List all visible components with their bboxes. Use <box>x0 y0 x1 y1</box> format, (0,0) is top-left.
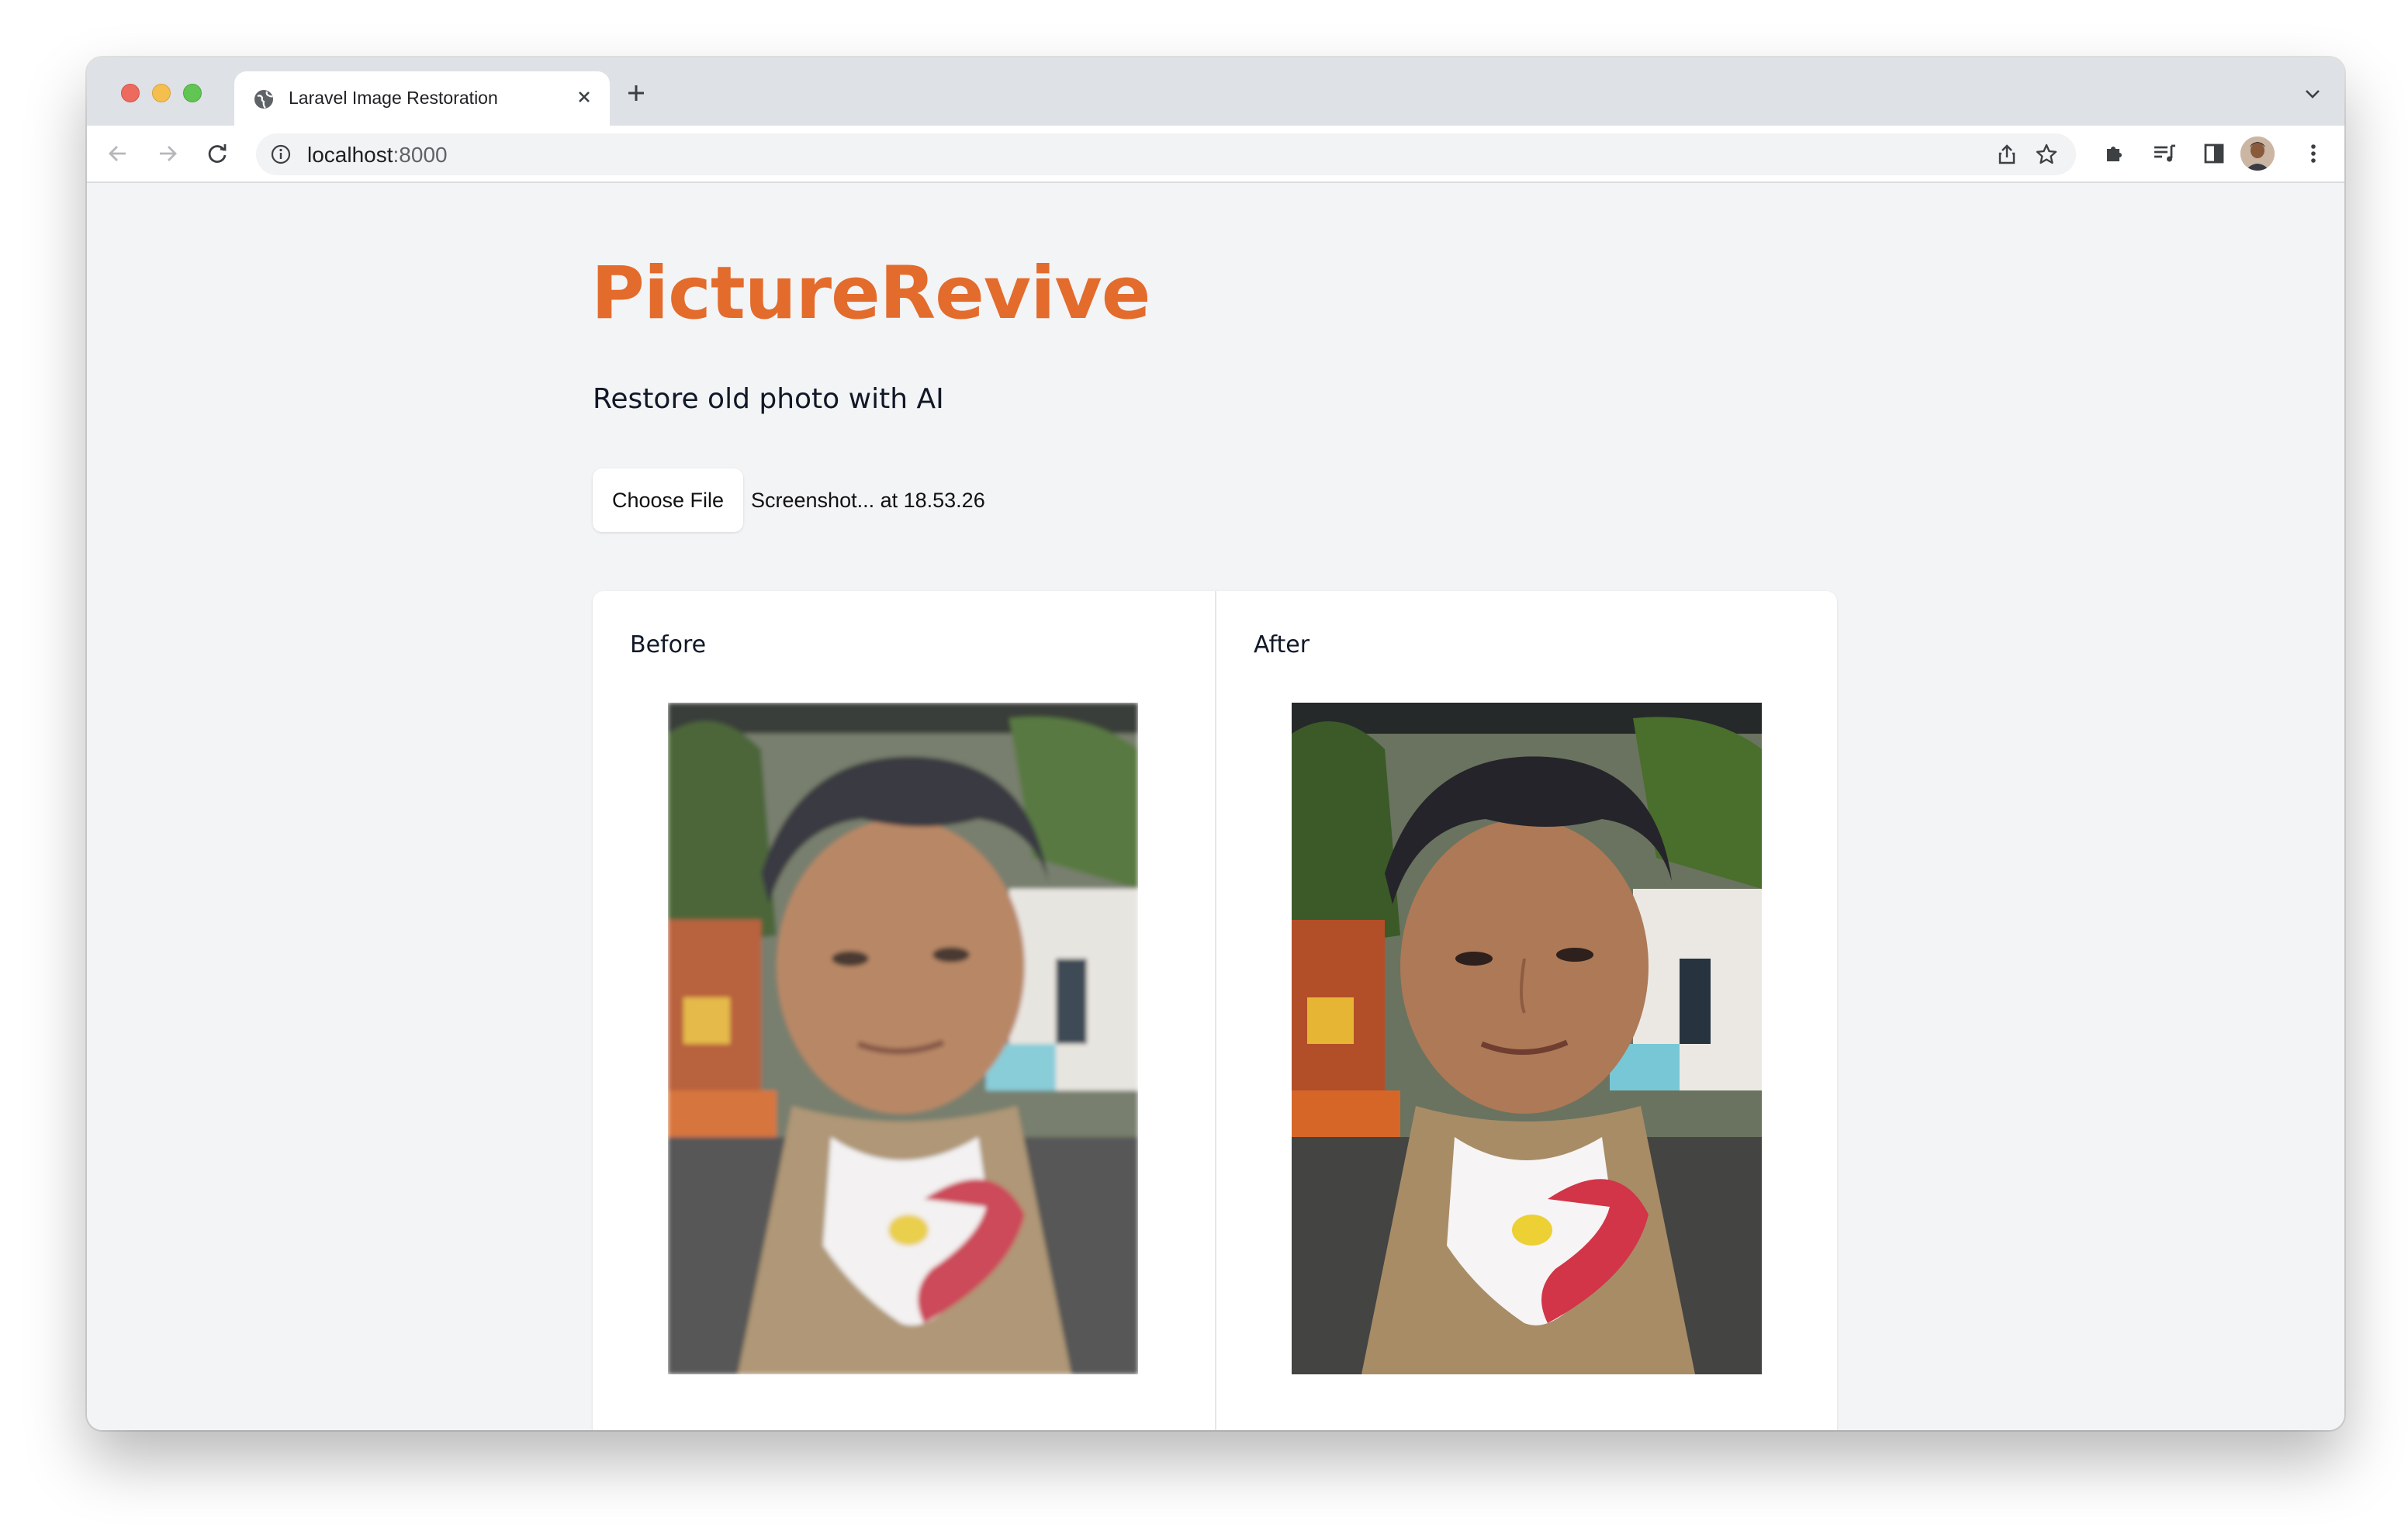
before-label: Before <box>630 631 707 658</box>
choose-file-button[interactable]: Choose File <box>593 468 743 532</box>
chevron-down-icon[interactable] <box>2302 84 2323 104</box>
close-window-button[interactable] <box>121 84 140 102</box>
browser-toolbar: localhost:8000 <box>87 126 2344 183</box>
back-arrow-icon[interactable] <box>104 140 132 168</box>
tagline: Restore old photo with AI <box>593 383 944 415</box>
browser-tab[interactable]: Laravel Image Restoration <box>234 71 610 126</box>
forward-arrow-icon[interactable] <box>154 140 182 168</box>
page-content: PictureRevive Restore old photo with AI … <box>87 183 2344 1430</box>
browser-window: Laravel Image Restoration localhost:8000 <box>87 57 2344 1430</box>
globe-icon <box>253 88 275 110</box>
selected-file-name: Screenshot... at 18.53.26 <box>751 489 985 512</box>
reading-list-icon[interactable] <box>2150 140 2178 168</box>
before-photo <box>668 703 1138 1374</box>
url-text: localhost:8000 <box>307 143 448 168</box>
column-divider <box>1215 591 1216 1430</box>
tab-title: Laravel Image Restoration <box>289 88 498 108</box>
side-panel-icon[interactable] <box>2200 140 2228 168</box>
tab-strip: Laravel Image Restoration <box>87 57 2344 126</box>
comparison-card: Before After <box>593 591 1837 1430</box>
after-photo <box>1292 703 1762 1374</box>
after-label: After <box>1254 631 1310 658</box>
plus-icon[interactable] <box>622 79 650 107</box>
share-icon[interactable] <box>1995 143 2019 166</box>
brand-title: PictureRevive <box>591 251 1150 336</box>
profile-avatar[interactable] <box>2240 137 2275 171</box>
reload-icon[interactable] <box>203 140 231 168</box>
close-icon[interactable] <box>573 85 596 109</box>
star-icon[interactable] <box>2034 142 2059 167</box>
more-icon[interactable] <box>2299 140 2327 168</box>
url-host: localhost <box>307 143 393 167</box>
address-bar[interactable]: localhost:8000 <box>256 133 2076 175</box>
maximize-window-button[interactable] <box>183 84 202 102</box>
info-icon[interactable] <box>270 143 292 165</box>
url-port: :8000 <box>393 143 448 167</box>
minimize-window-button[interactable] <box>152 84 171 102</box>
extensions-icon[interactable] <box>2101 140 2129 168</box>
